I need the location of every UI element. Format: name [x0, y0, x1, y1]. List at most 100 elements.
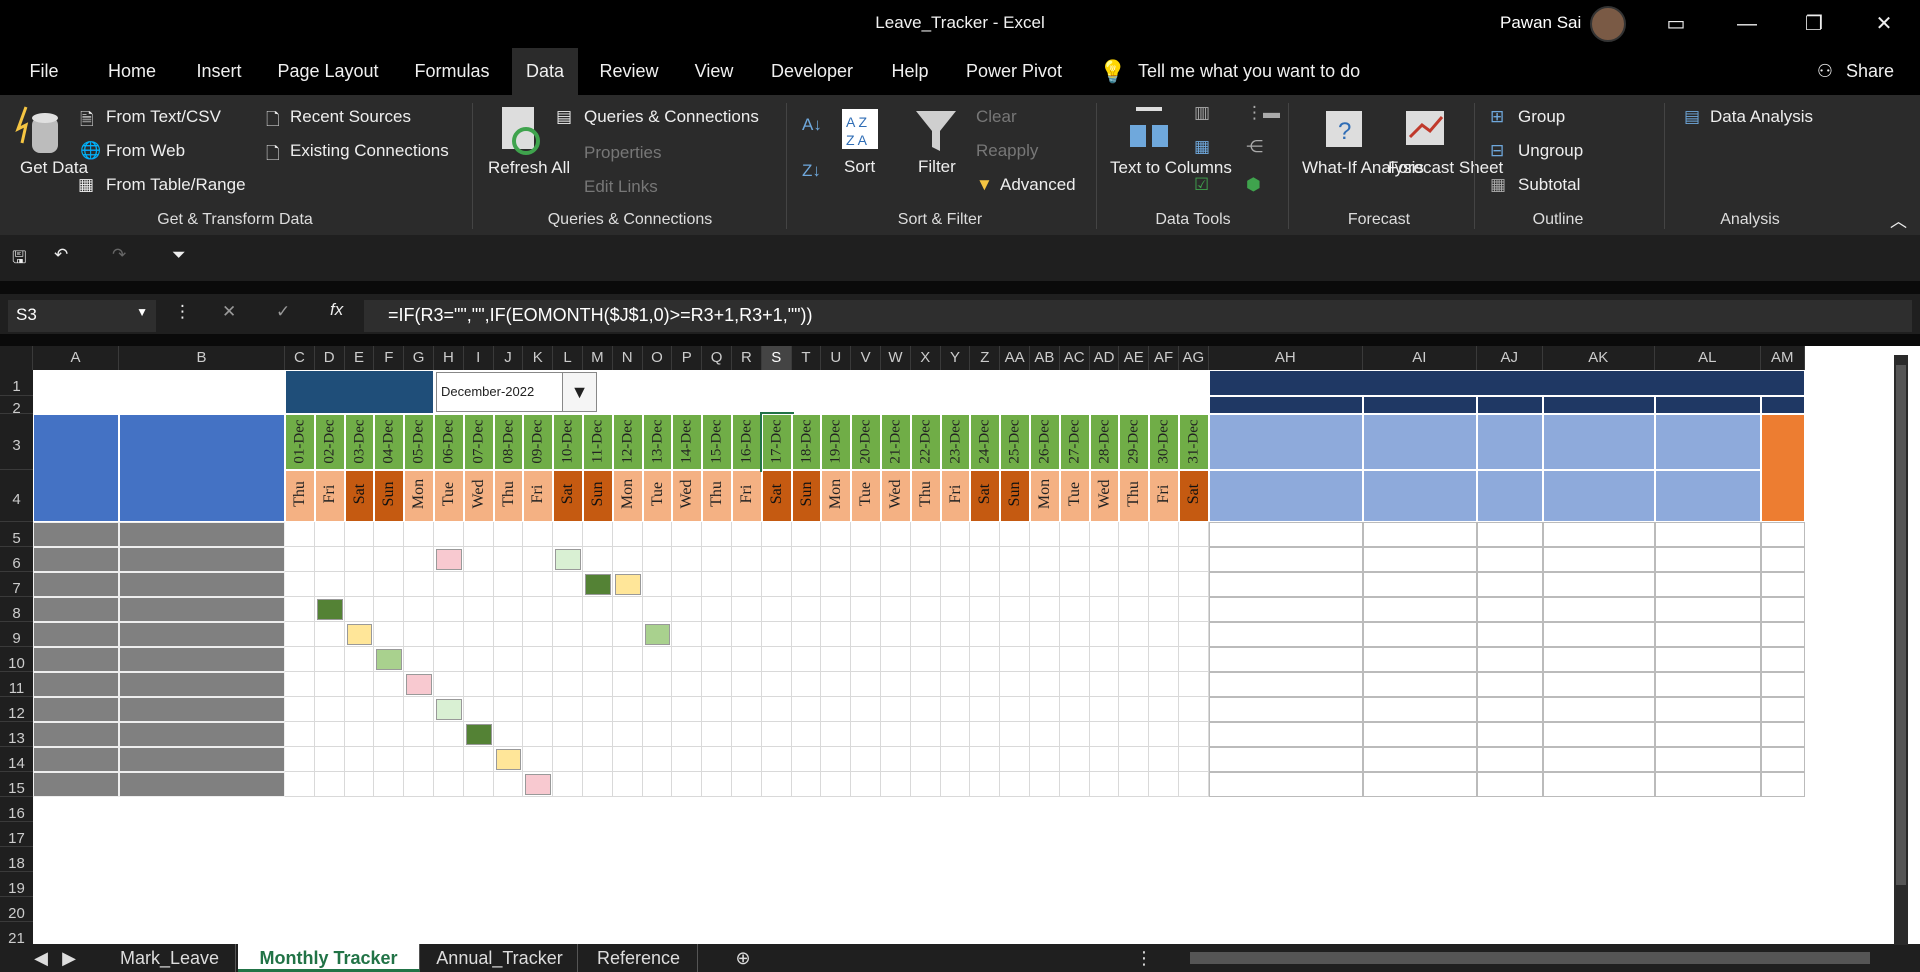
day-cell[interactable]: [1059, 697, 1090, 722]
day-cell[interactable]: [523, 622, 554, 647]
day-cell[interactable]: [1059, 597, 1090, 622]
day-cell[interactable]: [523, 672, 554, 697]
day-cell[interactable]: [1179, 672, 1209, 697]
day-cell[interactable]: [970, 672, 1001, 697]
leave-count-cell[interactable]: [1542, 572, 1655, 597]
day-cell[interactable]: [970, 747, 1001, 772]
day-cell[interactable]: [285, 722, 315, 747]
day-cell[interactable]: [910, 597, 941, 622]
date-header[interactable]: 04-Dec: [374, 414, 405, 470]
day-cell[interactable]: [642, 597, 673, 622]
column-header[interactable]: J: [493, 346, 524, 370]
column-header[interactable]: R: [732, 346, 762, 370]
day-cell[interactable]: [732, 522, 762, 547]
day-cell[interactable]: [821, 672, 852, 697]
sheet-tab-mark-leave[interactable]: Mark_Leave: [104, 944, 236, 972]
day-cell[interactable]: [344, 672, 375, 697]
day-cell[interactable]: [493, 772, 524, 797]
date-header[interactable]: 14-Dec: [672, 414, 703, 470]
row-header[interactable]: 20: [0, 897, 33, 922]
day-cell[interactable]: [612, 647, 643, 672]
day-cell[interactable]: [314, 747, 345, 772]
day-cell[interactable]: [791, 722, 822, 747]
emp-id-cell[interactable]: [33, 572, 119, 597]
column-header[interactable]: C: [285, 346, 315, 370]
day-cell[interactable]: [344, 572, 375, 597]
date-header[interactable]: 29-Dec: [1119, 414, 1150, 470]
tab-page-layout[interactable]: Page Layout: [270, 48, 386, 95]
emp-name-cell[interactable]: [119, 647, 285, 672]
day-cell[interactable]: [344, 597, 375, 622]
leave-count-cell[interactable]: [1476, 747, 1543, 772]
day-cell[interactable]: [463, 647, 494, 672]
date-header[interactable]: 08-Dec: [493, 414, 524, 470]
day-cell[interactable]: [732, 697, 762, 722]
day-cell[interactable]: [1000, 597, 1030, 622]
leave-mark[interactable]: [316, 599, 343, 620]
day-cell[interactable]: [314, 672, 345, 697]
emp-name-cell[interactable]: [119, 622, 285, 647]
day-cell[interactable]: [583, 647, 613, 672]
leave-count-cell[interactable]: [1362, 697, 1477, 722]
day-cell[interactable]: [344, 772, 375, 797]
day-cell[interactable]: [761, 697, 792, 722]
day-cell[interactable]: [910, 647, 941, 672]
day-cell[interactable]: [881, 647, 911, 672]
day-cell[interactable]: [314, 697, 345, 722]
day-cell[interactable]: [374, 547, 405, 572]
leave-count-cell[interactable]: [1476, 572, 1543, 597]
day-cell[interactable]: [1030, 647, 1060, 672]
day-cell[interactable]: [672, 697, 703, 722]
day-cell[interactable]: [1119, 672, 1150, 697]
date-header[interactable]: 18-Dec: [791, 414, 822, 470]
tab-view[interactable]: View: [684, 48, 744, 95]
leave-count-cell[interactable]: [1208, 522, 1363, 547]
date-header[interactable]: 15-Dec: [702, 414, 732, 470]
day-cell[interactable]: [791, 647, 822, 672]
leave-count-cell[interactable]: [1476, 522, 1543, 547]
day-cell[interactable]: [821, 722, 852, 747]
flash-fill-icon[interactable]: ▥: [1194, 103, 1210, 123]
clear-button[interactable]: Clear: [976, 107, 1017, 127]
redo-icon[interactable]: ↷: [112, 245, 126, 265]
column-header[interactable]: AH: [1208, 346, 1363, 370]
day-cell[interactable]: [702, 622, 732, 647]
row-header[interactable]: 16: [0, 797, 33, 822]
day-cell[interactable]: [1000, 722, 1030, 747]
leave-count-cell[interactable]: [1362, 597, 1477, 622]
tab-review[interactable]: Review: [592, 48, 666, 95]
row-header[interactable]: 13: [0, 722, 33, 747]
leave-count-cell[interactable]: [1476, 772, 1543, 797]
day-cell[interactable]: [1089, 772, 1120, 797]
day-cell[interactable]: [1030, 672, 1060, 697]
column-header[interactable]: AI: [1362, 346, 1477, 370]
day-cell[interactable]: [970, 547, 1001, 572]
tab-home[interactable]: Home: [96, 48, 168, 95]
date-header[interactable]: 23-Dec: [940, 414, 971, 470]
column-header[interactable]: AA: [1000, 346, 1030, 370]
day-cell[interactable]: [493, 722, 524, 747]
function-icon[interactable]: fx: [330, 300, 343, 320]
day-cell[interactable]: [285, 572, 315, 597]
leave-count-cell[interactable]: [1476, 672, 1543, 697]
day-cell[interactable]: [523, 647, 554, 672]
day-cell[interactable]: [1059, 772, 1090, 797]
undo-icon[interactable]: ↶: [54, 245, 68, 265]
leave-count-cell[interactable]: [1208, 547, 1363, 572]
day-cell[interactable]: [1179, 647, 1209, 672]
day-cell[interactable]: [1089, 747, 1120, 772]
leave-count-cell[interactable]: [1208, 722, 1363, 747]
day-cell[interactable]: [463, 772, 494, 797]
day-cell[interactable]: [970, 622, 1001, 647]
day-cell[interactable]: [344, 697, 375, 722]
filter-button[interactable]: Filter: [918, 157, 956, 177]
edit-links-button[interactable]: Edit Links: [584, 177, 658, 197]
day-cell[interactable]: [314, 647, 345, 672]
emp-name-cell[interactable]: [119, 672, 285, 697]
leave-count-cell[interactable]: [1542, 622, 1655, 647]
day-cell[interactable]: [344, 522, 375, 547]
subtotal-button[interactable]: Subtotal: [1518, 175, 1580, 195]
day-cell[interactable]: [434, 647, 464, 672]
day-cell[interactable]: [1089, 722, 1120, 747]
day-cell[interactable]: [970, 722, 1001, 747]
